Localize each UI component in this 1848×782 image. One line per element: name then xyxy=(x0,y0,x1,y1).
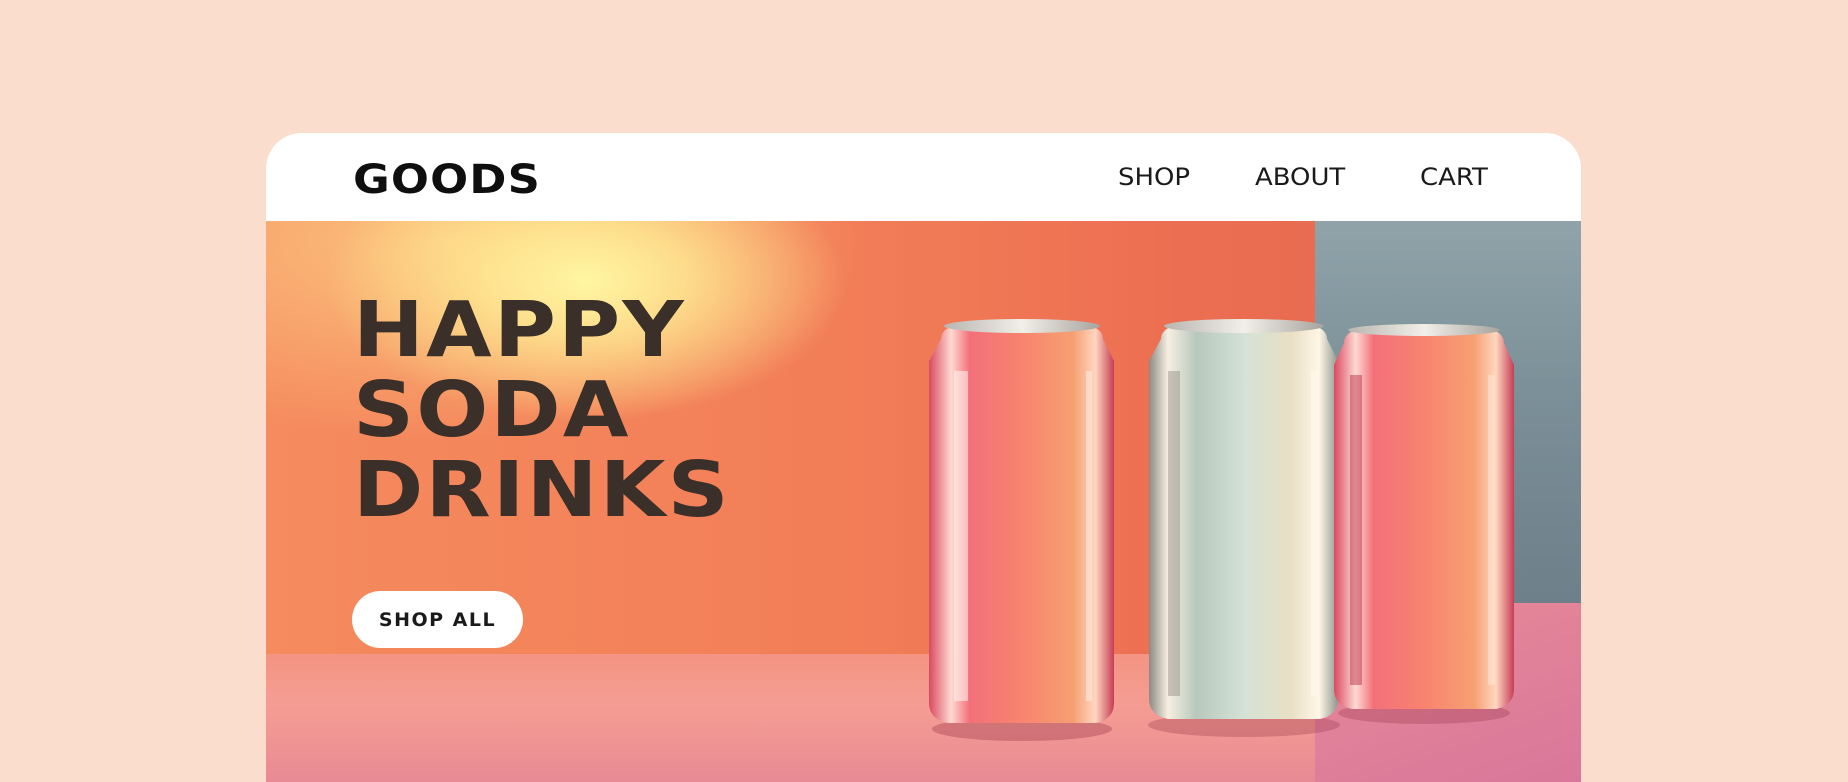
brand-logo[interactable]: GOODS xyxy=(353,157,541,203)
nav-cart-link[interactable]: CART xyxy=(1420,163,1488,191)
pink-can-left xyxy=(929,319,1114,723)
nav-shop-link[interactable]: SHOP xyxy=(1118,163,1190,191)
headline-line-2: SODA xyxy=(353,366,631,455)
shop-all-button[interactable]: SHOP ALL xyxy=(352,591,523,648)
silver-can-middle xyxy=(1149,319,1338,719)
pink-can-right xyxy=(1334,324,1514,709)
site-window: GOODS SHOP ABOUT CART HAPPY SODA DRINKS … xyxy=(266,133,1581,782)
headline-line-3: DRINKS xyxy=(353,446,731,535)
nav-about-link[interactable]: ABOUT xyxy=(1255,163,1345,191)
headline-line-1: HAPPY xyxy=(353,286,686,375)
shop-all-label: SHOP ALL xyxy=(378,608,497,631)
hero-section: HAPPY SODA DRINKS SHOP ALL xyxy=(266,221,1581,782)
hero-headline: HAPPY SODA DRINKS xyxy=(353,291,731,531)
navbar: GOODS SHOP ABOUT CART xyxy=(266,133,1581,221)
